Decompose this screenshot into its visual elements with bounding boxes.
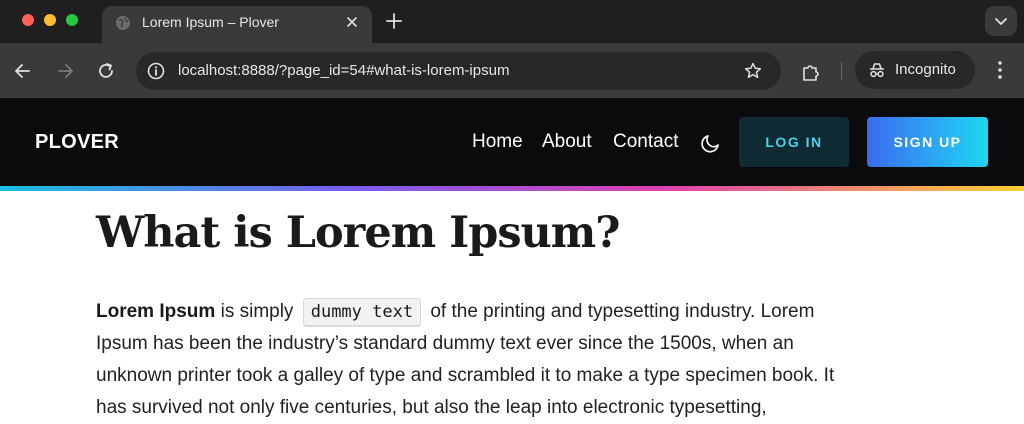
paragraph-line-3: unknown printer took a galley of type an… (96, 365, 835, 386)
log-in-button[interactable]: LOG IN (739, 117, 849, 167)
incognito-label: Incognito (895, 61, 956, 78)
reload-icon[interactable] (96, 61, 116, 81)
close-window-button[interactable] (22, 14, 34, 26)
nav-link-home[interactable]: Home (472, 131, 523, 153)
header-accent-bar (0, 186, 1024, 191)
article-heading: What is Lorem Ipsum? (96, 208, 621, 258)
bookmark-star-icon[interactable] (743, 61, 763, 81)
dark-mode-moon-icon[interactable] (700, 132, 722, 154)
line1-rest: of the printing and typesetting industry… (425, 301, 815, 322)
globe-icon (116, 16, 130, 30)
nav-link-contact[interactable]: Contact (613, 131, 678, 153)
site-header: PLOVER Home About Contact LOG IN SIGN UP (0, 98, 1024, 186)
tab-search-button[interactable] (985, 6, 1017, 36)
lead-bold-text: Lorem Ipsum (96, 301, 216, 322)
paragraph-line-1: Lorem Ipsum is simply dummy text of the … (96, 296, 926, 328)
url-text: localhost:8888/?page_id=54#what-is-lorem… (178, 62, 510, 79)
address-bar[interactable]: localhost:8888/?page_id=54#what-is-lorem… (136, 52, 781, 90)
sign-up-button[interactable]: SIGN UP (867, 117, 988, 167)
article-paragraph: Lorem Ipsum is simply dummy text of the … (96, 296, 926, 424)
forward-arrow-icon[interactable] (55, 61, 75, 81)
back-arrow-icon[interactable] (13, 61, 33, 81)
new-tab-icon[interactable] (385, 12, 403, 30)
chevron-down-icon (995, 18, 1007, 25)
minimize-window-button[interactable] (44, 14, 56, 26)
incognito-icon (870, 63, 884, 78)
nav-link-about[interactable]: About (542, 131, 592, 153)
browser-tab-strip: Lorem Ipsum – Plover (0, 0, 1024, 43)
toolbar-divider (841, 62, 842, 80)
tab-title: Lorem Ipsum – Plover (142, 14, 279, 30)
inline-code: dummy text (302, 298, 422, 327)
extensions-puzzle-icon[interactable] (800, 61, 822, 83)
browser-toolbar: localhost:8888/?page_id=54#what-is-lorem… (0, 43, 1024, 98)
incognito-profile-button[interactable]: Incognito (855, 51, 975, 89)
site-info-icon[interactable] (146, 61, 166, 81)
lead-text: is simply (215, 301, 299, 322)
maximize-window-button[interactable] (66, 14, 78, 26)
browser-tab[interactable]: Lorem Ipsum – Plover (102, 6, 372, 43)
close-tab-icon[interactable] (344, 14, 360, 30)
paragraph-line-4: has survived not only five centuries, bu… (96, 397, 767, 418)
more-menu-icon[interactable] (990, 59, 1010, 81)
paragraph-line-2: Ipsum has been the industry’s standard d… (96, 333, 794, 354)
site-logo[interactable]: PLOVER (35, 131, 119, 154)
